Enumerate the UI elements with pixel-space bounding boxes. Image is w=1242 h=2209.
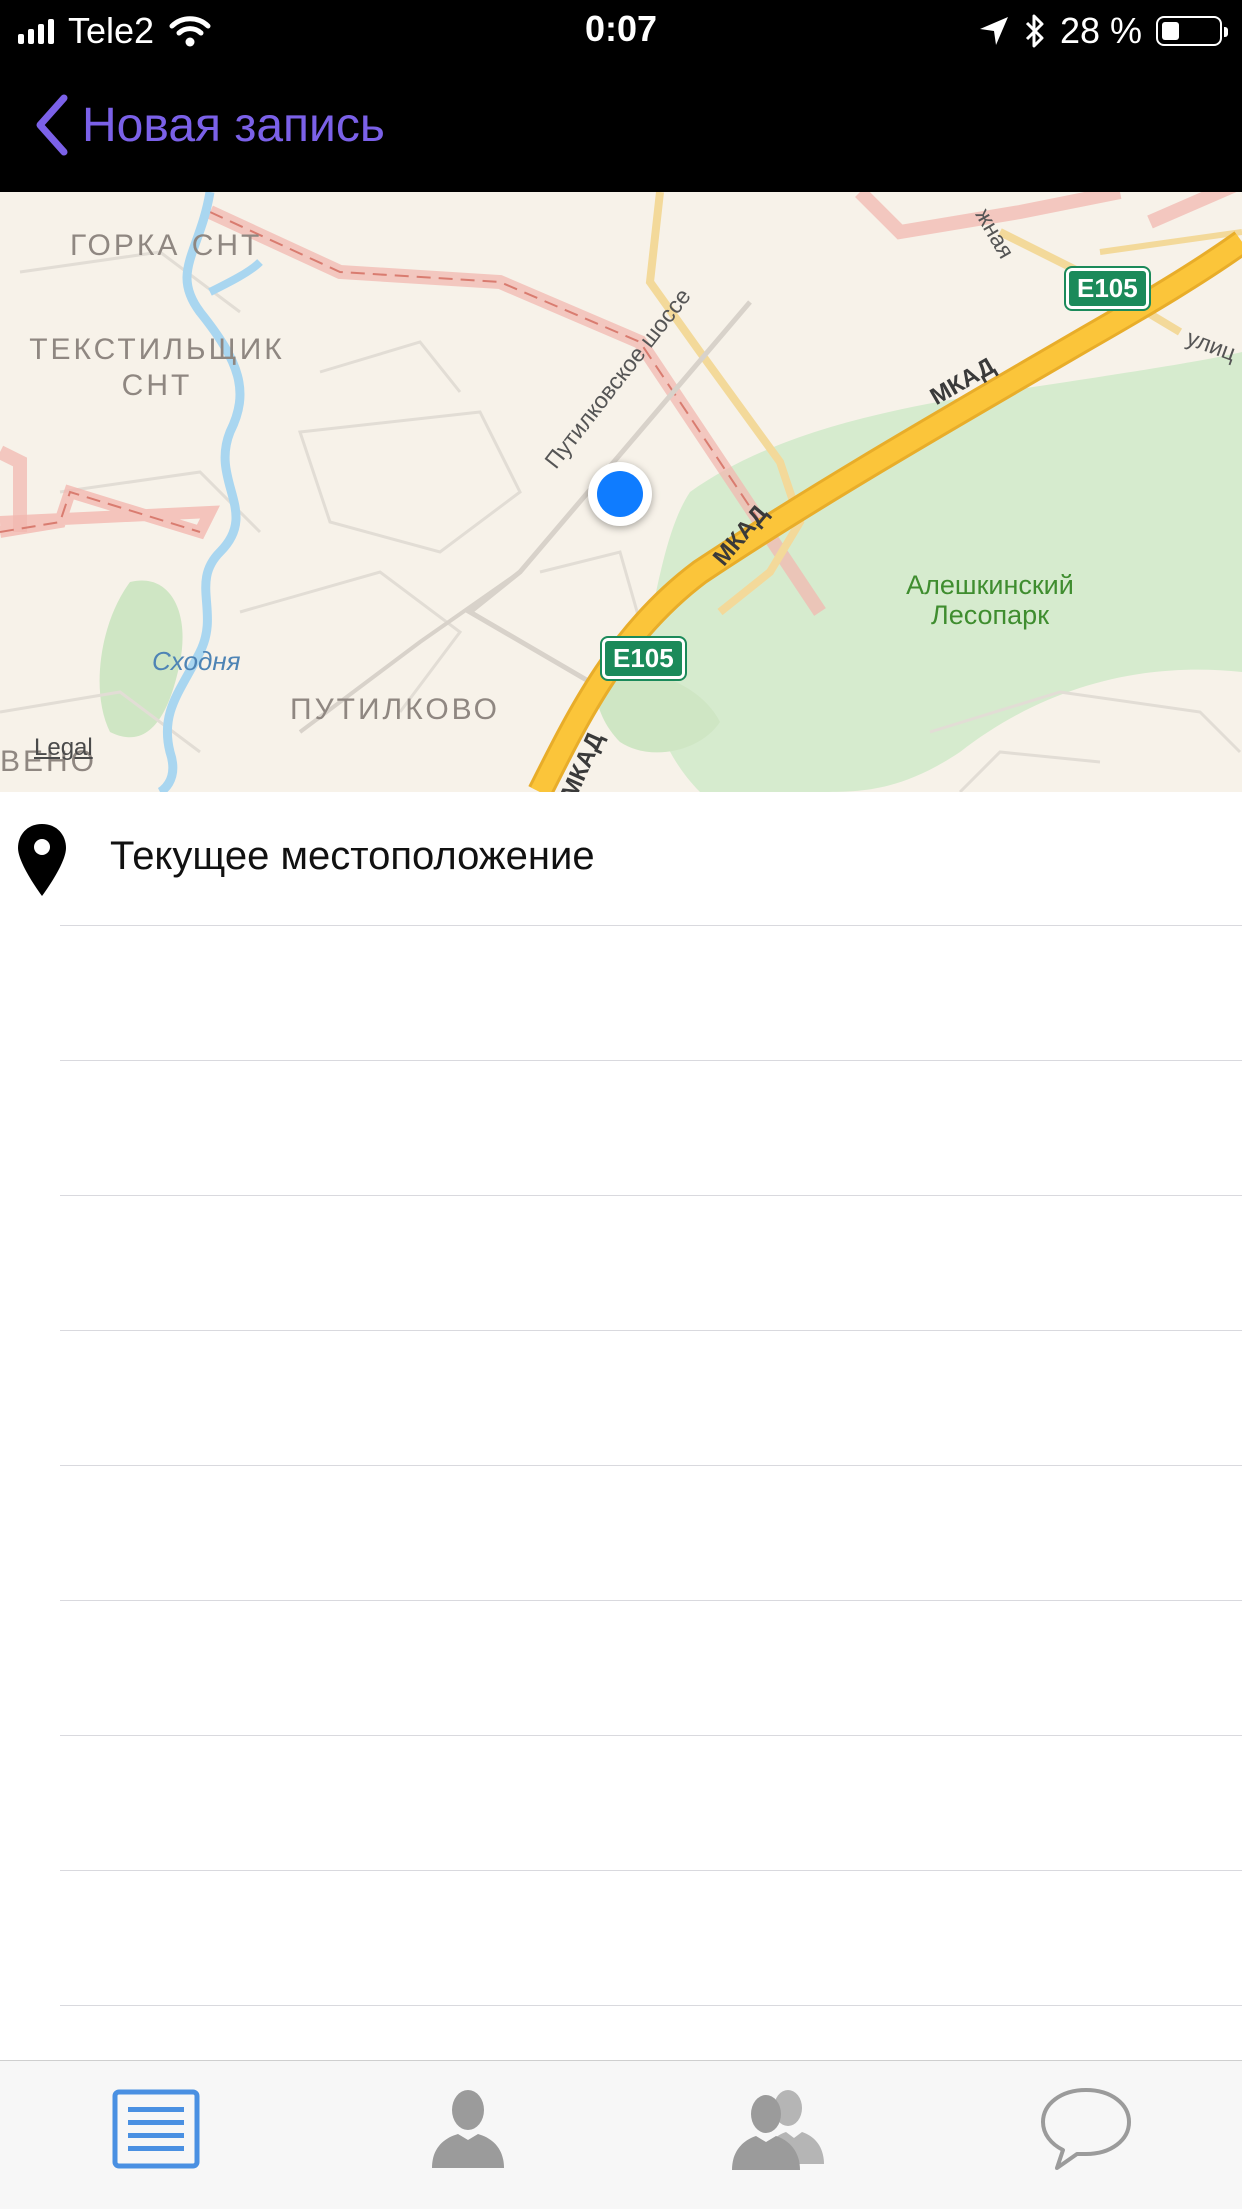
label-river: Сходня — [152, 646, 241, 676]
label-tekstilshchik: ТЕКСТИЛЬЩИК СНТ — [26, 332, 288, 404]
tab-bar — [0, 2060, 1242, 2209]
map-pin-icon — [18, 824, 66, 896]
boundary-line — [855, 192, 1237, 240]
tab-entries[interactable] — [96, 2079, 216, 2179]
battery-percent: 28 % — [1059, 10, 1142, 51]
current-location-dot[interactable] — [588, 462, 652, 526]
list-row[interactable] — [0, 1601, 1242, 1736]
label-gorka: ГОРКА СНТ — [70, 229, 263, 262]
label-park-line2: Лесопарк — [930, 600, 1050, 630]
list-icon — [112, 2089, 200, 2169]
status-right: 28 % — [978, 8, 1228, 54]
back-button-label: Новая запись — [82, 98, 385, 152]
boundary-dash — [209, 211, 761, 523]
person-icon — [432, 2090, 504, 2168]
bluetooth-icon — [1025, 14, 1044, 48]
location-arrow-icon — [979, 17, 1008, 45]
map-view[interactable]: ГОРКА СНТ ТЕКСТИЛЬЩИК СНТ ПУТИЛКОВО Алеш… — [0, 192, 1242, 792]
list-row-label: Текущее местоположение — [110, 834, 595, 878]
route-shield-e105: E105 — [1064, 266, 1151, 311]
list-row-current-location[interactable]: Текущее местоположение — [0, 792, 1242, 926]
list-row[interactable] — [0, 1466, 1242, 1601]
battery-icon — [1156, 16, 1228, 46]
label-putilkovo: ПУТИЛКОВО — [290, 693, 501, 726]
chat-bubble-icon — [1041, 2088, 1131, 2170]
label-tekstilshchik-line2: СНТ — [121, 369, 193, 402]
list-row[interactable] — [0, 1871, 1242, 2006]
battery-level — [1162, 22, 1180, 40]
location-list: Текущее местоположение — [0, 792, 1242, 2006]
tab-messages[interactable] — [1026, 2079, 1146, 2179]
back-button[interactable]: Новая запись — [34, 92, 385, 158]
tab-group[interactable] — [718, 2079, 838, 2179]
label-park: Алешкинский Лесопарк — [880, 570, 1100, 630]
chevron-left-icon — [36, 94, 68, 156]
list-row[interactable] — [0, 1736, 1242, 1871]
people-icon — [732, 2090, 824, 2170]
route-shield-e105: E105 — [600, 636, 687, 681]
row-separator — [60, 2005, 1242, 2006]
status-bar: Tele2 0:07 28 % — [0, 0, 1242, 62]
navigation-bar: Новая запись — [0, 62, 1242, 192]
label-tekstilshchik-line1: ТЕКСТИЛЬЩИК — [29, 333, 285, 366]
label-park-line1: Алешкинский — [906, 570, 1074, 600]
list-row[interactable] — [0, 1196, 1242, 1331]
list-row[interactable] — [0, 1061, 1242, 1196]
map-legal-link[interactable]: Legal — [34, 734, 93, 762]
river-branch — [208, 259, 263, 296]
list-row[interactable] — [0, 926, 1242, 1061]
tab-contact[interactable] — [408, 2079, 528, 2179]
list-row[interactable] — [0, 1331, 1242, 1466]
